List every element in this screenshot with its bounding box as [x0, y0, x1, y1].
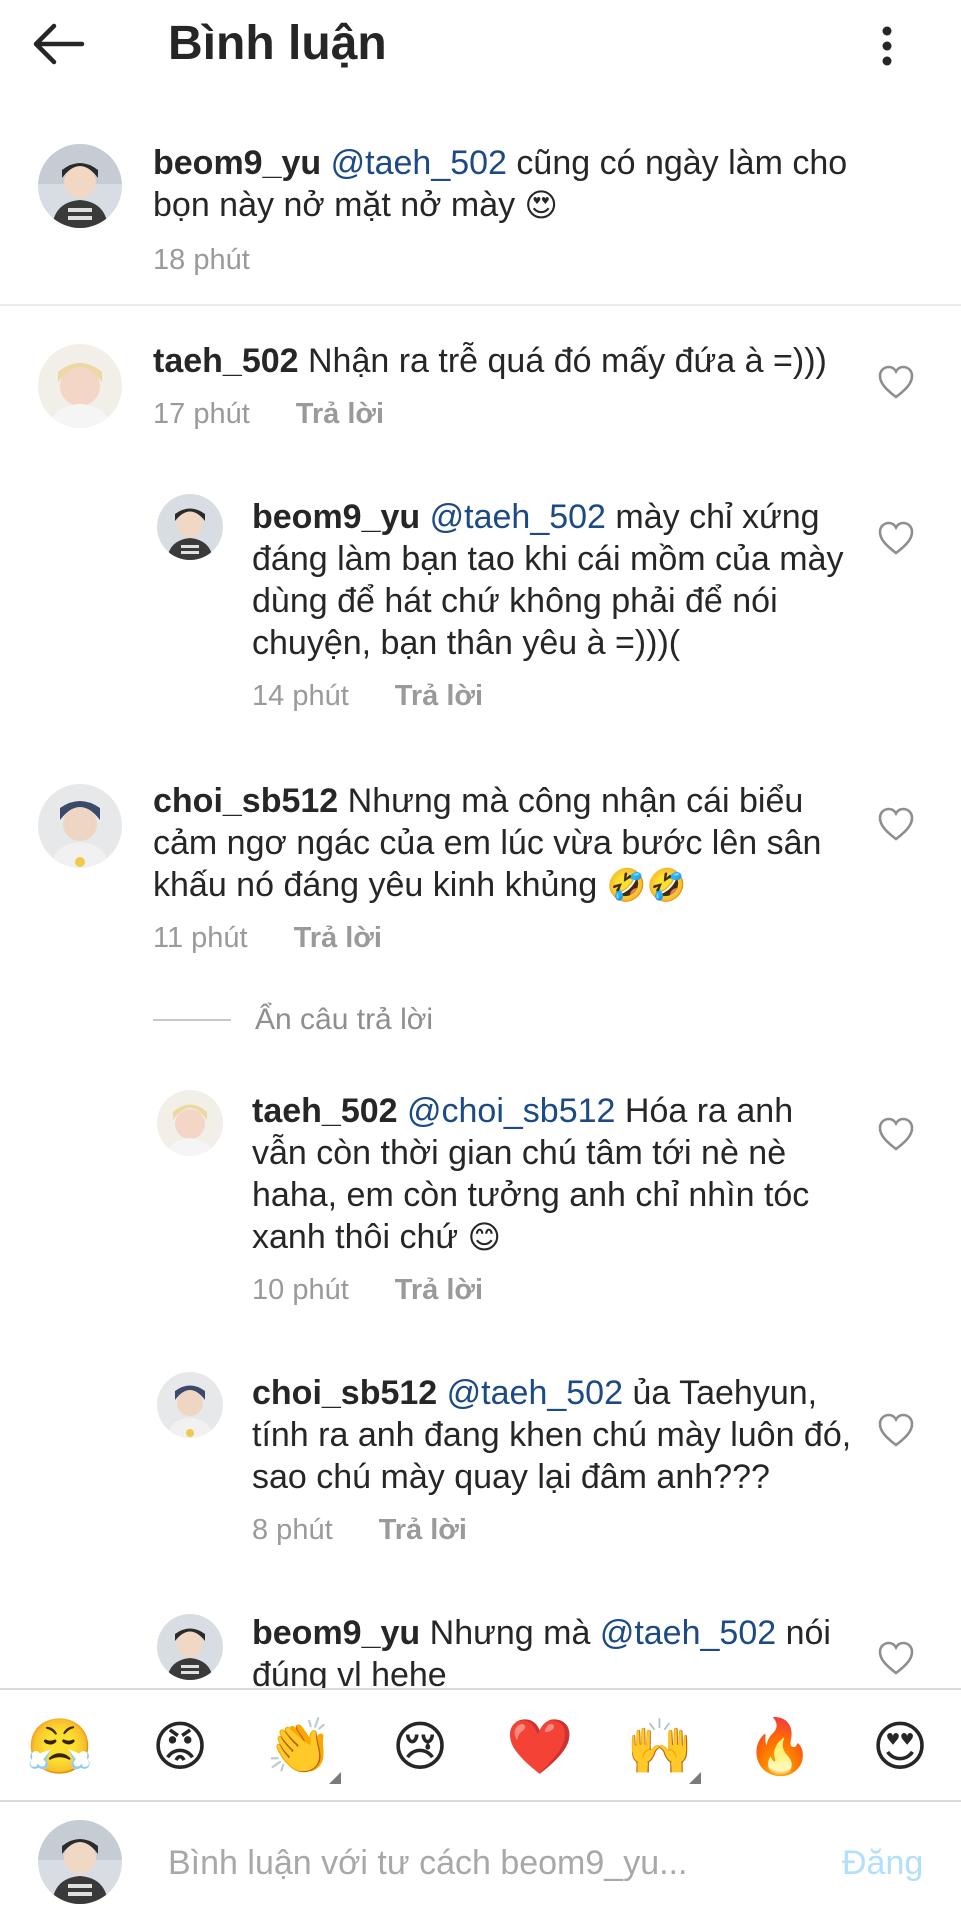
caption-comment: beom9_yu @taeh_502 cũng có ngày làm cho … [0, 120, 961, 306]
comment-username[interactable]: beom9_yu [252, 1614, 420, 1652]
avatar[interactable] [157, 494, 223, 560]
avatar[interactable] [157, 1614, 223, 1680]
post-button[interactable]: Đăng [842, 1842, 923, 1884]
avatar[interactable] [157, 1372, 223, 1438]
reply-button[interactable]: Trả lời [395, 680, 483, 712]
mention-link[interactable]: @taeh_502 [447, 1374, 623, 1412]
comment-composer: Bình luận với tư cách beom9_yu... Đăng [0, 1800, 961, 1920]
avatar[interactable] [38, 344, 122, 428]
avatar[interactable] [38, 144, 122, 228]
mention-link[interactable]: @taeh_502 [600, 1614, 776, 1652]
reply-item: choi_sb512 @taeh_502 ủa Taehyun, tính ra… [0, 1370, 961, 1546]
comment-item: choi_sb512 Nhưng mà công nhận cái biểu c… [0, 772, 961, 962]
comment-username[interactable]: taeh_502 [153, 342, 299, 380]
emoji-raised-hands-button[interactable]: 🙌 [625, 1712, 701, 1784]
reply-button[interactable]: Trả lời [294, 922, 382, 954]
more-options-button[interactable] [862, 18, 912, 74]
comment-username[interactable]: choi_sb512 [153, 782, 338, 820]
rofl-emoji: 🤣🤣 [606, 866, 687, 904]
avatar [38, 1820, 122, 1904]
comment-meta: 17 phút Trả lời [153, 396, 384, 432]
reply-button[interactable]: Trả lời [379, 1514, 467, 1546]
comment-meta: 10 phút Trả lời [252, 1272, 483, 1308]
comment-body: Nhận ra trễ quá đó mấy đứa à =))) [298, 342, 827, 380]
comment-time: 8 phút [252, 1514, 333, 1546]
skin-tone-indicator [689, 1772, 701, 1784]
comment-input[interactable]: Bình luận với tư cách beom9_yu... [168, 1842, 687, 1884]
emoji-heart-button[interactable]: ❤️ [505, 1712, 575, 1782]
comment-username[interactable]: choi_sb512 [252, 1374, 437, 1412]
comment-time: 17 phút [153, 398, 250, 430]
comment-time: 11 phút [153, 922, 248, 954]
heart-icon[interactable] [877, 1412, 915, 1448]
comment-item: taeh_502 Nhận ra trễ quá đó mấy đứa à =)… [0, 330, 961, 450]
reply-button[interactable]: Trả lời [395, 1274, 483, 1306]
comment-body: Nhưng mà [420, 1614, 600, 1652]
avatar[interactable] [157, 1090, 223, 1156]
page-title: Bình luận [168, 17, 387, 70]
emoji-clap-button[interactable]: 👏 [265, 1712, 341, 1784]
comment-username[interactable]: beom9_yu [252, 498, 420, 536]
more-vertical-icon [882, 26, 892, 66]
heart-icon[interactable] [877, 1640, 915, 1676]
caption-text: beom9_yu @taeh_502 cũng có ngày làm cho … [153, 142, 893, 226]
smiling-emoji: 😊 [467, 1218, 501, 1256]
mention-link[interactable]: @choi_sb512 [407, 1092, 615, 1130]
heart-icon[interactable] [877, 1116, 915, 1152]
mention-link[interactable]: @taeh_502 [430, 498, 606, 536]
comment-text: choi_sb512 Nhưng mà công nhận cái biểu c… [153, 780, 863, 906]
comment-time: 14 phút [252, 680, 349, 712]
comment-text: beom9_yu Nhưng mà @taeh_502 nói đúng vl … [252, 1612, 852, 1688]
comment-meta: 8 phút Trả lời [252, 1512, 467, 1548]
emoji-angry-button[interactable]: 😡 [145, 1712, 215, 1782]
clap-emoji: 👏 [266, 1715, 334, 1778]
back-arrow-icon [33, 23, 85, 65]
header-bar: Bình luận [0, 0, 961, 92]
comment-text: choi_sb512 @taeh_502 ủa Taehyun, tính ra… [252, 1372, 872, 1498]
emoji-fire-button[interactable]: 🔥 [745, 1712, 815, 1782]
heart-icon[interactable] [877, 364, 915, 400]
reply-item: taeh_502 @choi_sb512 Hóa ra anh vẫn còn … [0, 1088, 961, 1306]
emoji-heart-eyes-button[interactable]: 😍 [865, 1712, 935, 1782]
divider [153, 1019, 231, 1021]
comment-text: taeh_502 @choi_sb512 Hóa ra anh vẫn còn … [252, 1090, 852, 1258]
comment-text: taeh_502 Nhận ra trễ quá đó mấy đứa à =)… [153, 340, 873, 382]
emoji-triumph-button[interactable]: 😤 [25, 1712, 95, 1782]
comment-time: 10 phút [252, 1274, 349, 1306]
avatar[interactable] [38, 784, 122, 868]
hide-replies-label: Ẩn câu trả lời [255, 1003, 434, 1036]
hide-replies-toggle[interactable]: Ẩn câu trả lời [153, 1000, 433, 1040]
mention-link[interactable]: @taeh_502 [331, 144, 507, 182]
reply-item: beom9_yu Nhưng mà @taeh_502 nói đúng vl … [0, 1610, 961, 1688]
comment-meta: 18 phút [153, 242, 250, 278]
raised-hands-emoji: 🙌 [626, 1715, 694, 1778]
comment-time: 18 phút [153, 244, 250, 276]
skin-tone-indicator [329, 1772, 341, 1784]
reply-button[interactable]: Trả lời [296, 398, 384, 430]
reply-item: beom9_yu @taeh_502 mày chỉ xứng đáng làm… [0, 490, 961, 730]
comment-username[interactable]: beom9_yu [153, 144, 321, 182]
emoji-crying-button[interactable]: 😢 [385, 1712, 455, 1782]
heart-icon[interactable] [877, 806, 915, 842]
comment-text: beom9_yu @taeh_502 mày chỉ xứng đáng làm… [252, 496, 852, 664]
emoji-quick-bar: 😤 😡 👏 😢 ❤️ 🙌 🔥 😍 [0, 1688, 961, 1800]
back-button[interactable] [30, 16, 100, 72]
heart-icon[interactable] [877, 520, 915, 556]
comment-username[interactable]: taeh_502 [252, 1092, 398, 1130]
heart-eyes-emoji: 😍 [524, 186, 558, 224]
comment-meta: 14 phút Trả lời [252, 678, 483, 714]
comment-meta: 11 phút Trả lời [153, 920, 382, 956]
